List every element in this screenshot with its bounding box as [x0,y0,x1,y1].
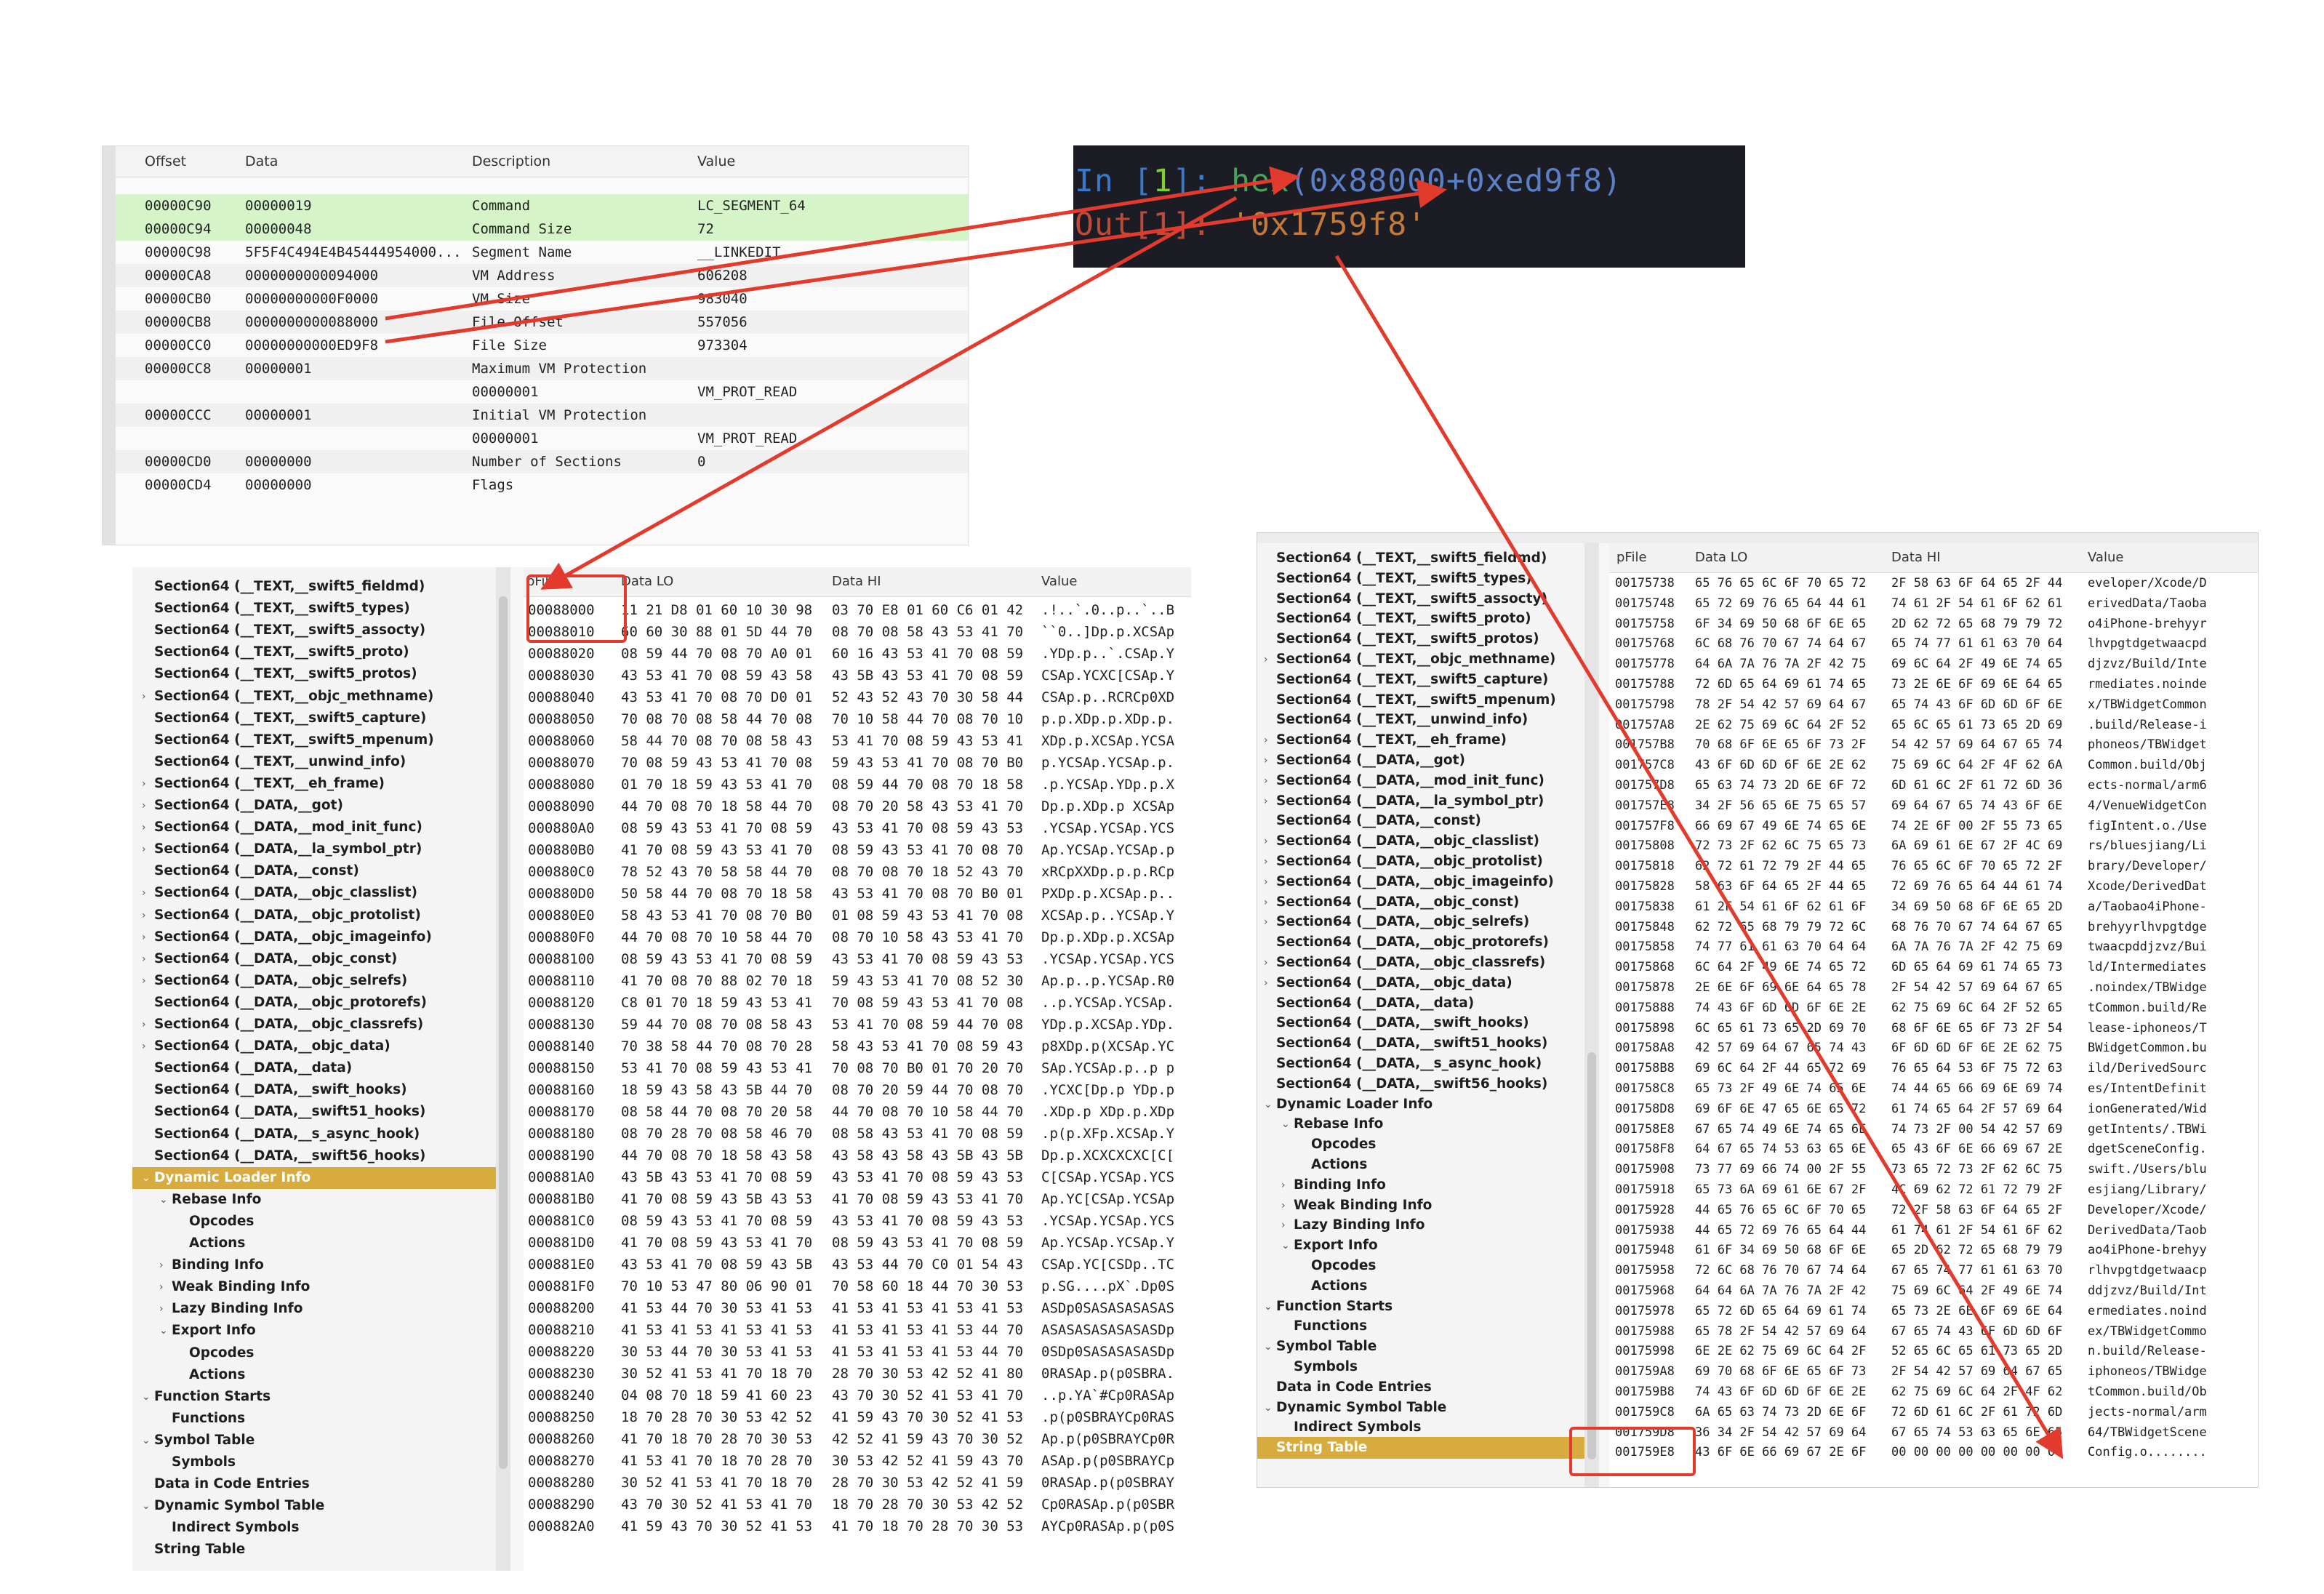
annotation-arrows [385,166,2064,1459]
arrow-result-to-string-table-end [1334,255,2064,1459]
arrow-file-size-to-expr [385,179,1447,344]
arrow-expr-to-pfile-start [540,196,1238,590]
arrow-file-offset-to-expr [385,166,1300,321]
